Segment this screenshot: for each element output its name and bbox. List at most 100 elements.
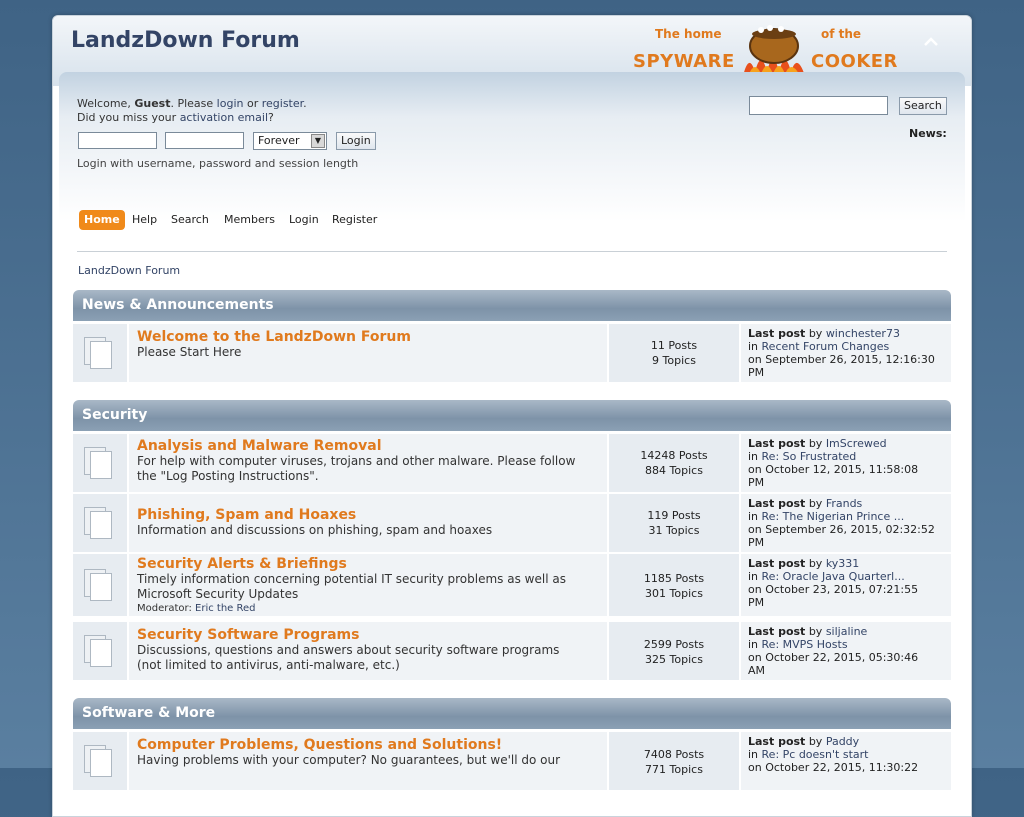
board-last-post: Last post by ky331 in Re: Oracle Java Qu…: [741, 554, 951, 616]
last-post-topic-link[interactable]: Re: Pc doesn't start: [762, 748, 869, 761]
last-post-in: in: [748, 450, 759, 463]
last-post-topic-link[interactable]: Re: MVPS Hosts: [762, 638, 848, 651]
last-post-label: Last post: [748, 625, 806, 638]
board-row: Security Software Programs Discussions, …: [73, 622, 951, 680]
register-link[interactable]: register: [262, 97, 303, 110]
board-row: Analysis and Malware Removal For help wi…: [73, 434, 951, 492]
board-icon-cell[interactable]: [73, 554, 127, 616]
menu-item-members[interactable]: Members: [224, 210, 275, 230]
menu-item-home[interactable]: Home: [79, 210, 125, 230]
board-topics-count: 884 Topics: [645, 464, 703, 477]
search-input[interactable]: [749, 96, 888, 115]
last-post-date: on October 22, 2015, 05:30:46: [748, 651, 919, 664]
board-title-link[interactable]: Phishing, Spam and Hoaxes: [137, 508, 607, 523]
last-post-topic-link[interactable]: Recent Forum Changes: [762, 340, 890, 353]
welcome-prefix: Welcome,: [77, 97, 131, 110]
last-post-topic-link[interactable]: Re: So Frustrated: [762, 450, 857, 463]
board-title-link[interactable]: Analysis and Malware Removal: [137, 439, 607, 454]
board-last-post: Last post by siljaline in Re: MVPS Hosts…: [741, 622, 951, 680]
last-post-by: by: [808, 625, 823, 638]
board-title-link[interactable]: Security Alerts & Briefings: [137, 557, 607, 572]
board-no-new-posts-icon: [84, 635, 114, 667]
board-description-line2: the "Log Posting Instructions".: [137, 469, 319, 483]
board-stats: 2599 Posts 325 Topics: [609, 622, 739, 680]
last-post-date: on October 12, 2015, 11:58:08: [748, 463, 919, 476]
board-info: Analysis and Malware Removal For help wi…: [129, 434, 607, 492]
or-text: or: [246, 97, 259, 110]
password-field[interactable]: [165, 132, 244, 149]
board-posts-count: 119 Posts: [647, 509, 701, 522]
dropdown-arrow-icon: ▼: [311, 134, 325, 148]
moderator-label: Moderator:: [137, 603, 192, 614]
menu-item-help[interactable]: Help: [132, 210, 157, 230]
board-topics-count: 325 Topics: [645, 653, 703, 666]
moderator-link[interactable]: Eric the Red: [195, 603, 255, 614]
last-post-topic-link[interactable]: Re: The Nigerian Prince ...: [762, 510, 905, 523]
category-header-news[interactable]: News & Announcements: [73, 290, 951, 321]
breadcrumb[interactable]: LandzDown Forum: [78, 264, 180, 277]
board-topics-count: 9 Topics: [652, 354, 696, 367]
logo-text-spyware: SPYWARE: [633, 51, 735, 72]
login-button[interactable]: Login: [336, 132, 376, 150]
board-icon-cell[interactable]: [73, 732, 127, 790]
last-post-date: on September 26, 2015, 02:32:52: [748, 523, 935, 536]
last-post-user-link[interactable]: Frands: [826, 497, 862, 510]
session-length-select[interactable]: Forever ▼: [253, 132, 327, 150]
category-header-security[interactable]: Security: [73, 400, 951, 431]
activation-prefix: Did you miss your: [77, 111, 177, 124]
menu-item-search[interactable]: Search: [171, 210, 209, 230]
board-moderators: Moderator: Eric the Red: [137, 602, 607, 616]
spyware-cooker-logo[interactable]: The home of the SPYWARE COOKER: [629, 22, 901, 78]
last-post-label: Last post: [748, 557, 806, 570]
board-description: Information and discussions on phishing,…: [137, 523, 493, 537]
board-info: Welcome to the LandzDown Forum Please St…: [129, 324, 607, 382]
board-no-new-posts-icon: [84, 507, 114, 539]
last-post-user-link[interactable]: ImScrewed: [826, 437, 887, 450]
board-posts-count: 11 Posts: [650, 339, 698, 352]
activation-email-link[interactable]: activation email: [180, 111, 268, 124]
board-icon-cell[interactable]: [73, 434, 127, 492]
board-posts-count: 14248 Posts: [640, 449, 708, 462]
last-post-topic-link[interactable]: Re: Oracle Java Quarterl...: [762, 570, 905, 583]
session-length-value: Forever: [258, 134, 300, 147]
board-description: Timely information concerning potential …: [137, 572, 566, 586]
forum-title[interactable]: LandzDown Forum: [71, 28, 300, 53]
last-post-user-link[interactable]: winchester73: [826, 327, 900, 340]
last-post-by: by: [808, 735, 823, 748]
board-icon-cell[interactable]: [73, 324, 127, 382]
last-post-in: in: [748, 748, 759, 761]
last-post-in: in: [748, 638, 759, 651]
menu-item-login[interactable]: Login: [289, 210, 319, 230]
board-title-link[interactable]: Welcome to the LandzDown Forum: [137, 330, 607, 345]
board-info: Security Software Programs Discussions, …: [129, 622, 607, 680]
last-post-in: in: [748, 570, 759, 583]
board-no-new-posts-icon: [84, 337, 114, 369]
search-button[interactable]: Search: [899, 97, 947, 115]
board-last-post: Last post by Frands in Re: The Nigerian …: [741, 494, 951, 552]
board-description: Having problems with your computer? No g…: [137, 753, 561, 767]
board-icon-cell[interactable]: [73, 494, 127, 552]
news-label: News:: [909, 127, 947, 140]
board-title-link[interactable]: Security Software Programs: [137, 628, 607, 643]
last-post-label: Last post: [748, 327, 806, 340]
category-header-software[interactable]: Software & More: [73, 698, 951, 729]
guest-name: Guest: [134, 97, 171, 110]
board-info: Computer Problems, Questions and Solutio…: [129, 732, 607, 790]
period-text: .: [303, 97, 307, 110]
board-icon-cell[interactable]: [73, 622, 127, 680]
last-post-label: Last post: [748, 735, 806, 748]
collapse-header-button[interactable]: [921, 32, 941, 52]
last-post-user-link[interactable]: siljaline: [826, 625, 868, 638]
menu-item-register[interactable]: Register: [332, 210, 377, 230]
please-text: . Please: [170, 97, 214, 110]
last-post-label: Last post: [748, 497, 806, 510]
board-title-link[interactable]: Computer Problems, Questions and Solutio…: [137, 738, 607, 753]
chevron-up-icon: [924, 37, 938, 46]
last-post-user-link[interactable]: ky331: [826, 557, 859, 570]
username-field[interactable]: [78, 132, 157, 149]
last-post-user-link[interactable]: Paddy: [826, 735, 859, 748]
login-link[interactable]: login: [217, 97, 244, 110]
logo-text-of-the: of the: [821, 27, 862, 41]
menu-divider: [77, 251, 947, 252]
logo-text-the-home: The home: [655, 27, 722, 41]
